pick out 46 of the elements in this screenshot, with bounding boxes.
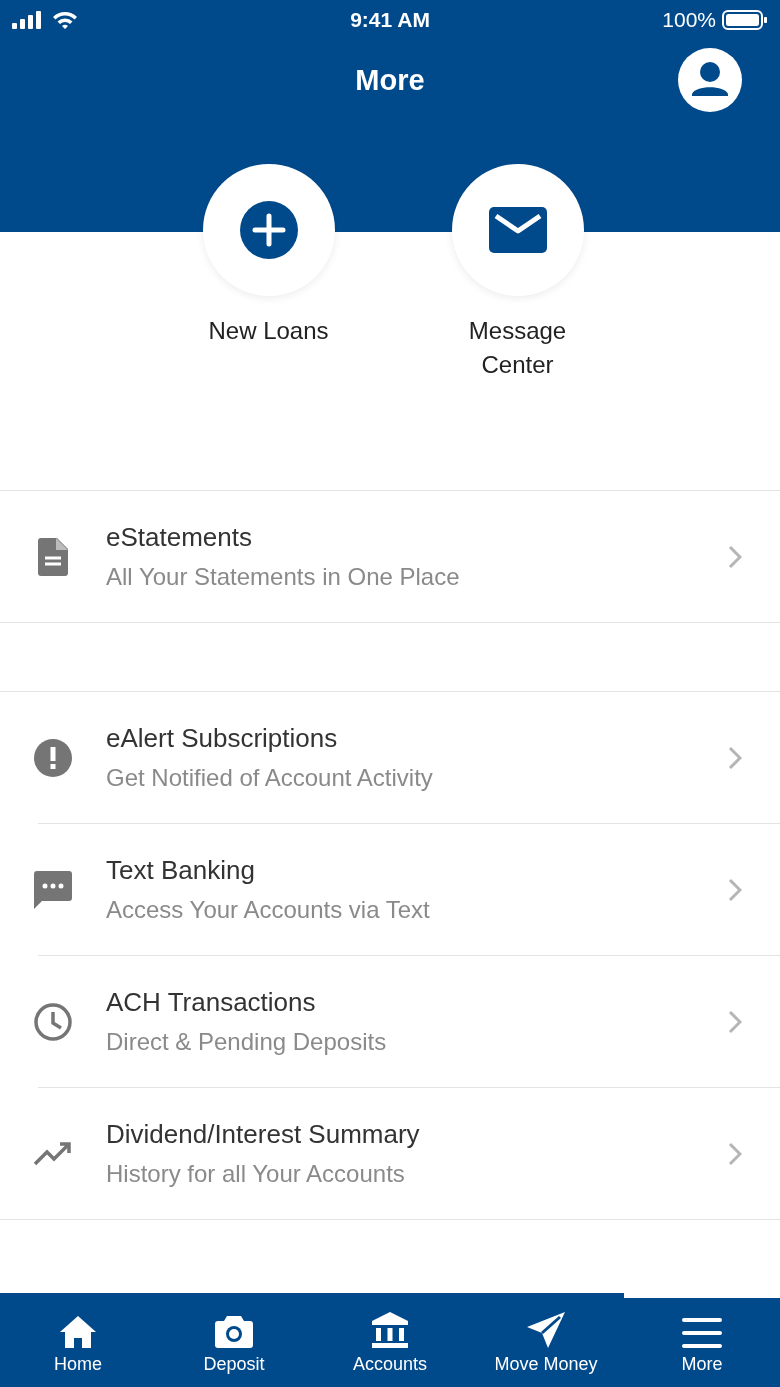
shortcut-label: New Loans <box>207 316 330 346</box>
menu-icon <box>682 1318 722 1348</box>
menu-item[interactable]: Text Banking Access Your Accounts via Text <box>38 823 780 955</box>
tab[interactable]: Home <box>0 1293 156 1387</box>
camera-icon <box>215 1316 253 1348</box>
menu-item-title: ACH Transactions <box>106 987 317 1018</box>
bank-icon <box>371 1312 409 1348</box>
menu-item[interactable]: ACH Transactions Direct & Pending Deposits <box>38 955 780 1087</box>
menu-item-subtitle: All Your Statements in One Place <box>106 563 461 591</box>
mail-icon <box>488 207 547 253</box>
menu-item[interactable]: eAlert Subscriptions Get Notified of Account Activity <box>0 692 780 823</box>
signal-icon <box>12 11 44 29</box>
tab[interactable]: Accounts <box>312 1293 468 1387</box>
menu-item-subtitle: Direct & Pending Deposits <box>106 1028 388 1056</box>
plus-icon <box>239 201 298 259</box>
menu-item-title: Text Banking <box>106 855 256 886</box>
tab[interactable]: Move Money <box>468 1293 624 1387</box>
chevron-right-icon <box>728 877 742 902</box>
menu-item-title: eAlert Subscriptions <box>106 723 339 754</box>
menu-item-title: eStatements <box>106 522 253 553</box>
menu-item-subtitle: History for all Your Accounts <box>106 1160 406 1188</box>
menu-item[interactable]: eStatements All Your Statements in One Place <box>0 491 780 622</box>
tab[interactable]: Deposit <box>156 1293 312 1387</box>
chevron-right-icon <box>728 1009 742 1034</box>
send-icon <box>527 1312 565 1348</box>
alert-icon <box>34 738 72 777</box>
menu-item[interactable]: Dividend/Interest Summary History for all Your Accounts <box>38 1087 780 1219</box>
page-title: More <box>355 63 425 97</box>
document-icon <box>38 537 68 576</box>
chevron-right-icon <box>728 544 742 569</box>
chat-icon <box>34 870 72 909</box>
clock-icon <box>34 1002 72 1041</box>
profile-icon[interactable] <box>678 48 742 112</box>
shortcut-label: Message Center <box>467 316 568 380</box>
battery-icon <box>722 10 768 30</box>
menu-item-title: Dividend/Interest Summary <box>106 1119 421 1150</box>
trend-icon <box>34 1141 72 1166</box>
chevron-right-icon <box>728 745 742 770</box>
home-icon <box>60 1316 96 1348</box>
battery-percent: 100% <box>662 8 716 32</box>
wifi-icon <box>52 11 78 29</box>
menu-item-subtitle: Access Your Accounts via Text <box>106 896 431 924</box>
chevron-right-icon <box>728 1141 742 1166</box>
menu-item-subtitle: Get Notified of Account Activity <box>106 764 434 792</box>
tab[interactable]: More <box>624 1293 780 1387</box>
status-time: 9:41 AM <box>350 8 430 32</box>
